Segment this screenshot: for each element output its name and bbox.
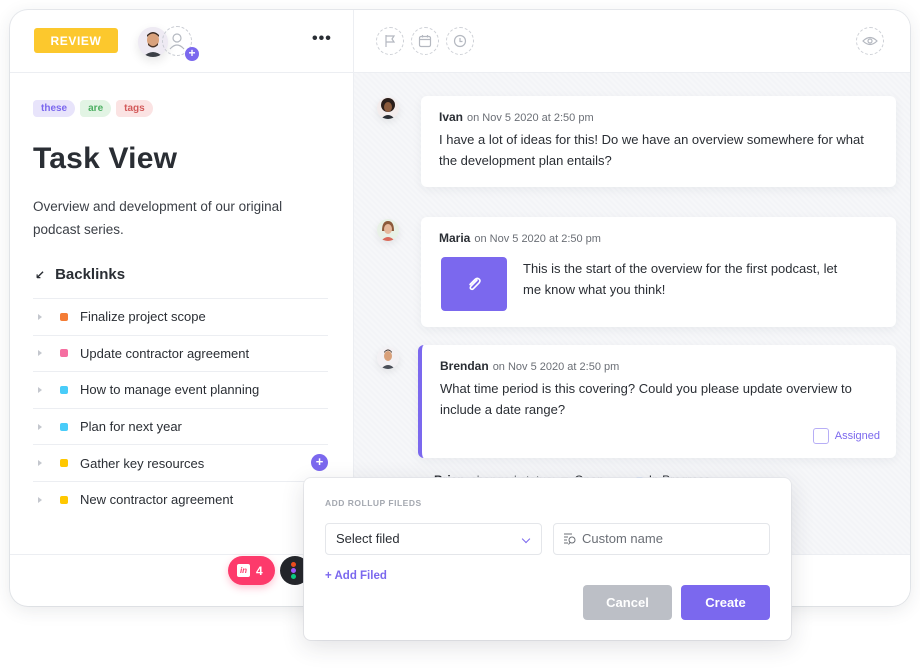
add-rollup-fields-dialog: ADD ROLLUP FILEDS Select filed Custom na… [304, 478, 791, 640]
checkbox[interactable] [812, 428, 829, 444]
person-photo-icon [377, 219, 399, 241]
invision-count: 4 [256, 563, 263, 578]
custom-name-placeholder: Custom name [582, 531, 663, 546]
person-photo-icon [377, 347, 399, 369]
comment-author[interactable]: Ivan [439, 110, 463, 124]
tag[interactable]: these [33, 100, 76, 117]
plus-icon: + [185, 47, 199, 61]
backlink-label: How to manage event planning [80, 382, 260, 398]
caret-right-icon[interactable] [38, 496, 42, 503]
comment-timestamp: on Nov 5 2020 at 2:50 pm [474, 233, 601, 245]
comment-meta: Brendan on Nov 5 2020 at 2:50 pm [440, 359, 878, 373]
status-square [60, 385, 68, 394]
comment-text: This is the start of the overview for th… [523, 261, 838, 297]
custom-name-input[interactable]: Custom name [553, 523, 770, 555]
task-details-panel: REVIEW + ••• these are tags Task View Ov… [10, 10, 354, 606]
caret-right-icon[interactable] [38, 460, 42, 467]
search-list-icon [564, 533, 576, 545]
person-photo-icon [377, 97, 399, 119]
backlink-item[interactable]: New contractor agreement [33, 480, 328, 518]
comment-author[interactable]: Maria [439, 231, 470, 245]
calendar-icon [418, 35, 432, 48]
figma-icon [291, 562, 296, 567]
backlink-item[interactable]: Gather key resources + [33, 444, 328, 481]
status-square [60, 422, 68, 431]
flag-icon [385, 35, 396, 47]
backlink-label: Plan for next year [80, 419, 182, 435]
cancel-button[interactable]: Cancel [583, 585, 672, 620]
backlink-item[interactable]: How to manage event planning [33, 371, 328, 408]
caret-right-icon[interactable] [38, 423, 42, 430]
comment-author[interactable]: Brendan [440, 359, 489, 373]
tag-list: these are tags [33, 100, 153, 117]
arrow-down-left-icon: ↙ [35, 267, 46, 282]
comment-meta: Maria on Nov 5 2020 at 2:50 pm [439, 231, 878, 245]
comment-card: Maria on Nov 5 2020 at 2:50 pm This is th… [421, 217, 896, 327]
eye-icon [862, 36, 878, 46]
time-tracking-button[interactable] [446, 27, 474, 55]
backlink-label: Finalize project scope [80, 309, 206, 325]
caret-right-icon[interactable] [38, 313, 42, 320]
flag-button[interactable] [376, 27, 404, 55]
status-square [60, 349, 68, 358]
backlink-label: New contractor agreement [80, 492, 234, 508]
status-square [60, 459, 68, 468]
backlink-item[interactable]: Update contractor agreement [33, 334, 328, 372]
activity-header [354, 10, 910, 73]
backlink-item[interactable]: Finalize project scope [33, 298, 328, 335]
more-options-icon[interactable]: ••• [312, 30, 332, 48]
field-select-value: Select filed [336, 531, 400, 546]
comment-card: Ivan on Nov 5 2020 at 2:50 pm I have a lo… [421, 96, 896, 187]
add-assignee-button[interactable]: + [162, 26, 199, 61]
comment-text: What time period is this covering? Could… [440, 381, 852, 417]
backlinks-heading: ↙ Backlinks [35, 266, 125, 283]
create-button[interactable]: Create [681, 585, 770, 620]
chevron-down-icon [521, 534, 531, 544]
invision-badge[interactable]: in 4 [228, 556, 275, 585]
add-backlink-button[interactable]: + [311, 454, 328, 472]
invision-icon: in [237, 564, 250, 577]
avatar [377, 97, 399, 119]
avatar [377, 347, 399, 369]
comment-text: I have a lot of ideas for this! Do we ha… [439, 132, 864, 168]
tag[interactable]: are [80, 100, 112, 117]
backlink-item[interactable]: Plan for next year [33, 407, 328, 445]
assigned-label: Assigned [834, 430, 880, 442]
comment-card: Brendan on Nov 5 2020 at 2:50 pm What tim… [418, 345, 896, 458]
status-review-button[interactable]: REVIEW [34, 28, 118, 53]
assigned-checkbox[interactable]: Assigned [812, 428, 880, 444]
dialog-title: ADD ROLLUP FILEDS [325, 498, 422, 508]
caret-right-icon[interactable] [38, 386, 42, 393]
backlinks-list: Finalize project scope Update contractor… [33, 298, 328, 518]
add-field-link[interactable]: + Add Filed [325, 570, 387, 582]
clock-icon [453, 34, 467, 48]
field-select[interactable]: Select filed [325, 523, 542, 555]
backlinks-label: Backlinks [55, 266, 126, 283]
watch-button[interactable] [856, 27, 884, 55]
tag[interactable]: tags [116, 100, 153, 117]
due-date-button[interactable] [411, 27, 439, 55]
backlink-label: Update contractor agreement [80, 345, 250, 361]
status-square [60, 312, 68, 321]
figma-icon-part [291, 574, 296, 579]
comment-meta: Ivan on Nov 5 2020 at 2:50 pm [439, 110, 878, 124]
caret-right-icon[interactable] [38, 350, 42, 357]
backlink-label: Gather key resources [80, 455, 205, 471]
figma-icon-part [291, 568, 296, 573]
paperclip-icon [469, 277, 481, 291]
task-description[interactable]: Overview and development of our original… [33, 195, 293, 241]
attachment-thumbnail[interactable] [441, 257, 507, 311]
comment-timestamp: on Nov 5 2020 at 2:50 pm [467, 112, 594, 124]
task-header: REVIEW + ••• [10, 10, 353, 73]
avatar [377, 219, 399, 241]
status-square [60, 495, 68, 504]
comment-timestamp: on Nov 5 2020 at 2:50 pm [492, 361, 620, 373]
page-title: Task View [33, 142, 178, 175]
